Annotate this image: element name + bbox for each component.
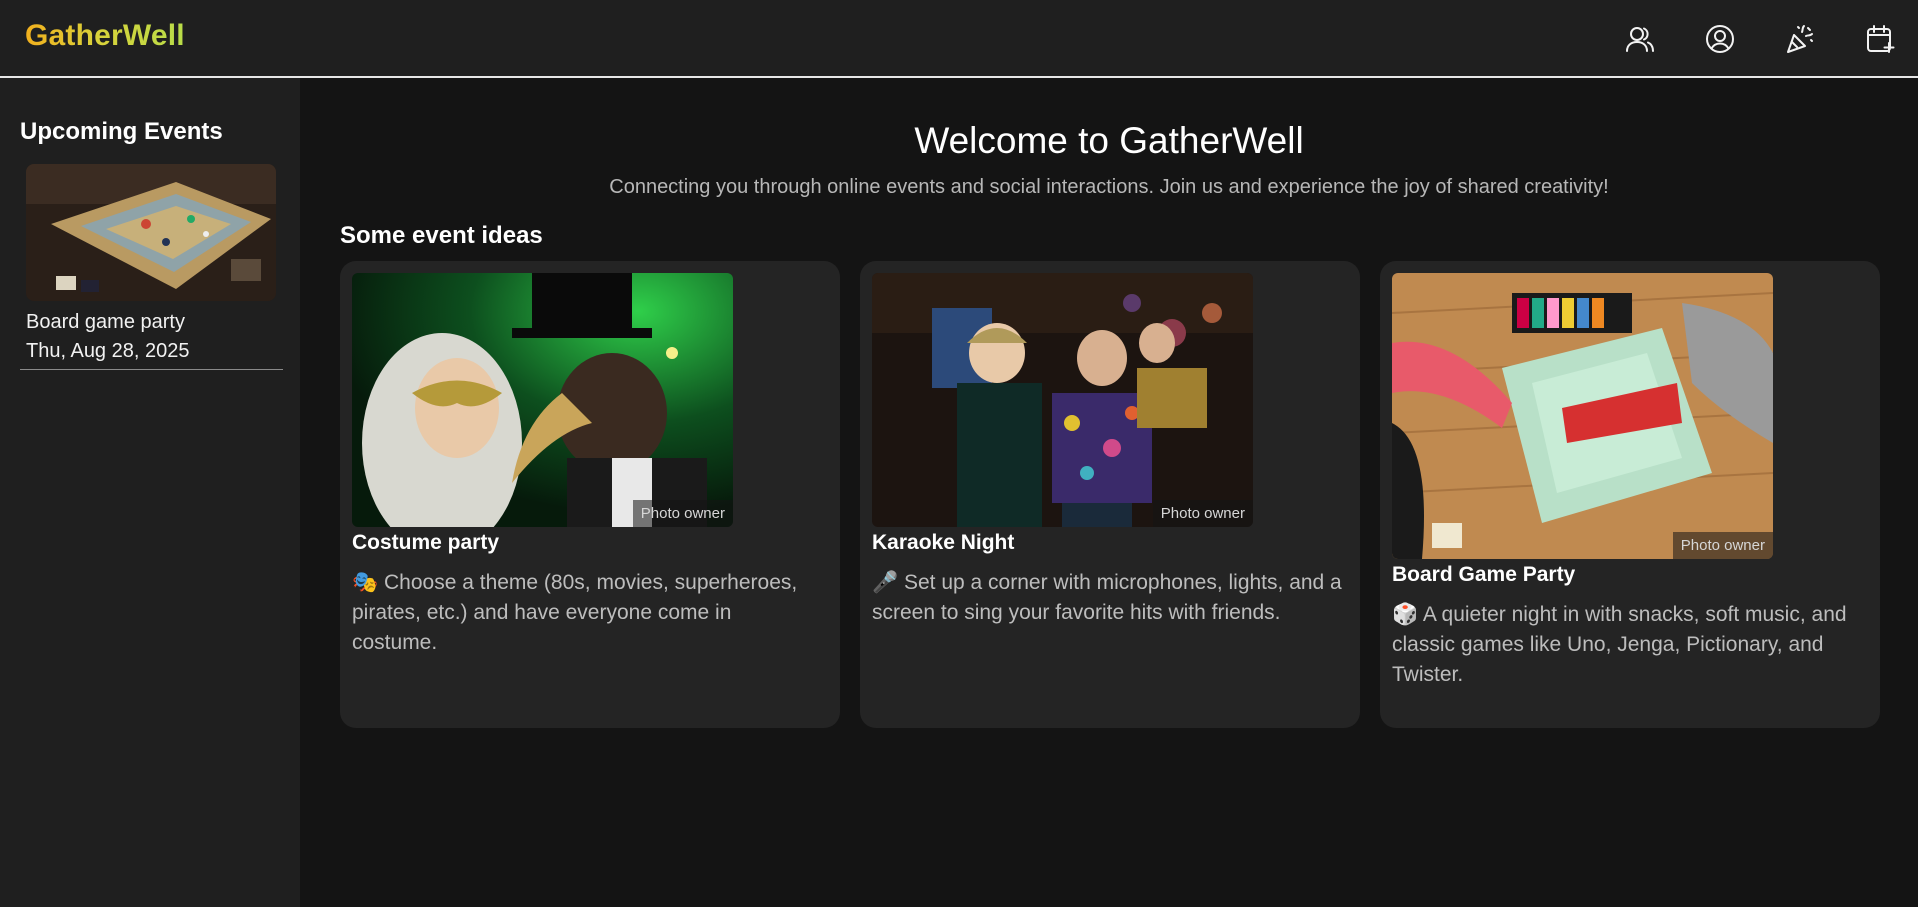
idea-title: Karaoke Night [872, 531, 1015, 554]
ideas-heading: Some event ideas [340, 222, 543, 249]
idea-card-costume[interactable]: Photo owner Costume party 🎭 Choose a the… [340, 261, 840, 728]
idea-description: 🎲 A quieter night in with snacks, soft m… [1392, 599, 1862, 690]
idea-card-karaoke[interactable]: Photo owner Karaoke Night 🎤 Set up a cor… [860, 261, 1360, 728]
idea-description-text: A quieter night in with snacks, soft mus… [1392, 603, 1847, 686]
idea-description-text: Choose a theme (80s, movies, superheroes… [352, 571, 798, 654]
top-bar: GatherWell [0, 0, 1918, 78]
idea-photo: Photo owner [1392, 273, 1773, 559]
event-date: Thu, Aug 28, 2025 [26, 340, 190, 362]
idea-title: Costume party [352, 531, 500, 554]
photo-credit: Photo owner [1152, 500, 1253, 527]
idea-description: 🎭 Choose a theme (80s, movies, superhero… [352, 567, 822, 658]
idea-photo: Photo owner [352, 273, 733, 527]
tagline: Connecting you through online events and… [609, 176, 1609, 198]
friends-icon[interactable] [1621, 20, 1659, 58]
profile-icon[interactable] [1701, 20, 1739, 58]
idea-title: Board Game Party [1392, 563, 1576, 586]
calendar-add-icon[interactable] [1861, 20, 1899, 58]
sidebar-heading: Upcoming Events [20, 118, 223, 145]
brand-logo[interactable]: GatherWell [25, 19, 185, 53]
event-thumbnail [26, 164, 276, 301]
idea-description: 🎤 Set up a corner with microphones, ligh… [872, 567, 1342, 628]
idea-photo: Photo owner [872, 273, 1253, 527]
main-content: Welcome to GatherWell Connecting you thr… [300, 78, 1918, 907]
photo-credit: Photo owner [632, 500, 733, 527]
sidebar: Upcoming Events Board game party Thu, Au… [0, 78, 300, 907]
photo-credit: Photo owner [1672, 532, 1773, 559]
idea-card-boardgame[interactable]: Photo owner Board Game Party 🎲 A quieter… [1380, 261, 1880, 728]
welcome-title: Welcome to GatherWell [914, 120, 1304, 161]
idea-description-text: Set up a corner with microphones, lights… [872, 571, 1342, 624]
party-popper-icon[interactable] [1781, 20, 1819, 58]
microphone-icon: 🎤 [872, 570, 899, 594]
upcoming-event-item[interactable]: Board game party Thu, Aug 28, 2025 [20, 164, 283, 370]
mask-icon: 🎭 [352, 570, 379, 594]
dice-icon: 🎲 [1392, 602, 1419, 626]
event-title: Board game party [26, 311, 185, 333]
